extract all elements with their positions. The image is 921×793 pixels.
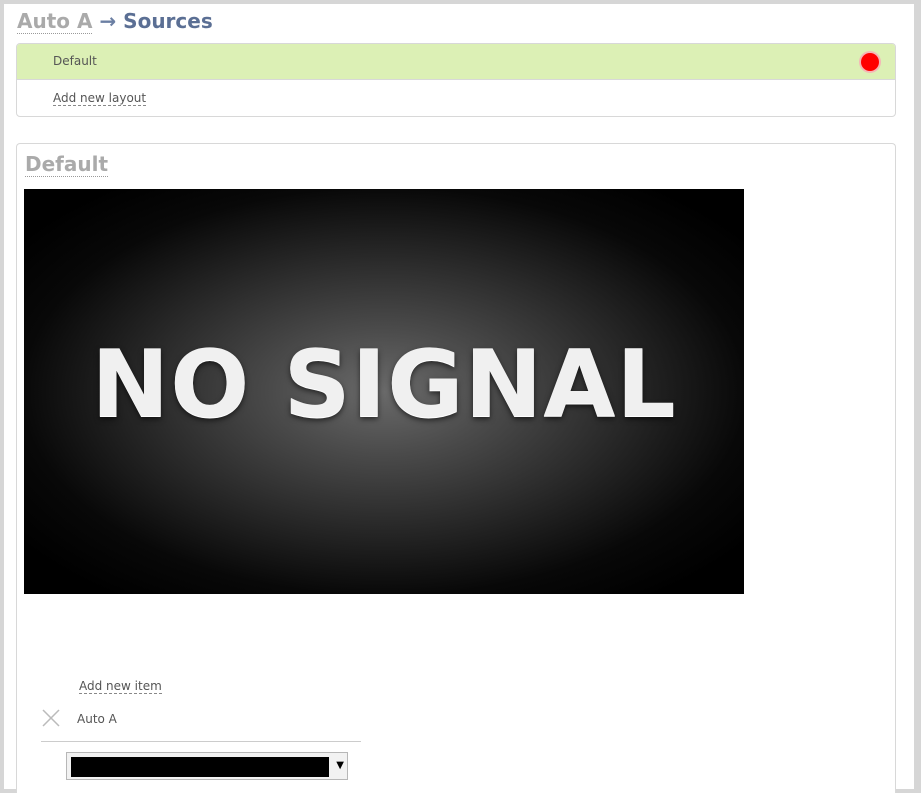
layout-item-default[interactable]: Default bbox=[17, 44, 895, 80]
dropdown-arrow-icon: ▼ bbox=[336, 760, 344, 771]
live-status-icon bbox=[861, 53, 879, 71]
breadcrumb: Auto A → Sources bbox=[17, 7, 213, 35]
layout-editor-panel: Default NO SIGNAL Add new item Auto A ▼ bbox=[16, 143, 896, 793]
window-frame: Auto A → Sources Default Add new layout … bbox=[0, 0, 921, 793]
source-list-item: Auto A bbox=[41, 706, 361, 742]
layout-item-label: Default bbox=[53, 54, 97, 68]
add-new-item-link[interactable]: Add new item bbox=[79, 679, 162, 694]
add-new-layout-link[interactable]: Add new layout bbox=[53, 91, 147, 106]
layouts-panel: Default Add new layout bbox=[16, 43, 896, 117]
breadcrumb-parent-link[interactable]: Auto A bbox=[17, 9, 93, 34]
source-label: Auto A bbox=[77, 712, 117, 726]
layout-title[interactable]: Default bbox=[25, 152, 109, 177]
source-select[interactable]: ▼ bbox=[66, 752, 348, 780]
page-title: Sources bbox=[123, 9, 213, 33]
close-icon[interactable] bbox=[41, 708, 61, 728]
source-select-value bbox=[71, 757, 329, 777]
no-signal-text: NO SIGNAL bbox=[91, 330, 677, 438]
breadcrumb-arrow-icon: → bbox=[99, 9, 117, 33]
video-preview: NO SIGNAL bbox=[24, 189, 744, 594]
